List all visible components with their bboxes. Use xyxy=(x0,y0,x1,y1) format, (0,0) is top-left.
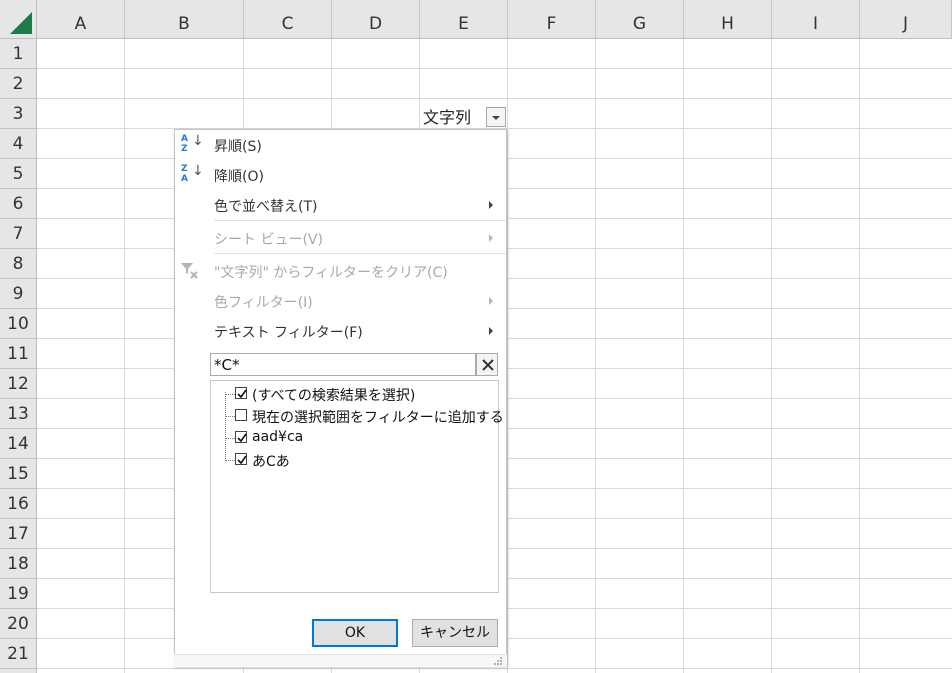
clear-filter-icon xyxy=(181,263,198,279)
row-header[interactable]: 15 xyxy=(0,459,36,489)
column-header-j[interactable]: J xyxy=(860,0,952,39)
list-item-label[interactable]: aad¥ca xyxy=(252,429,303,445)
tree-connector xyxy=(226,394,235,395)
column-header-c[interactable]: C xyxy=(244,0,332,39)
column-header-i[interactable]: I xyxy=(772,0,860,39)
row-header[interactable]: 18 xyxy=(0,549,36,579)
row-header[interactable]: 8 xyxy=(0,249,36,279)
list-item-label[interactable]: (すべての検索結果を選択) xyxy=(252,385,415,405)
menu-item-sheet-view: シート ビュー(V) xyxy=(175,223,506,253)
row-header[interactable]: 2 xyxy=(0,69,36,99)
checkbox-value[interactable] xyxy=(235,453,247,465)
column-header-a[interactable]: A xyxy=(37,0,125,39)
checkmark-icon xyxy=(237,433,247,443)
row-header[interactable]: 9 xyxy=(0,279,36,309)
menu-item-label: 色フィルター(I) xyxy=(214,295,313,311)
ok-button[interactable]: OK xyxy=(312,619,398,647)
gridline xyxy=(37,98,952,99)
filter-dropdown-button[interactable] xyxy=(486,107,506,127)
row-header[interactable]: 12 xyxy=(0,369,36,399)
submenu-arrow-icon xyxy=(489,201,493,209)
filter-search-input[interactable]: *C* xyxy=(210,353,476,376)
tree-connector xyxy=(226,438,235,439)
select-all-triangle-icon xyxy=(10,12,32,34)
menu-separator xyxy=(214,253,506,254)
row-header[interactable]: 1 xyxy=(0,39,36,69)
close-icon xyxy=(482,359,494,371)
row-header[interactable]: 11 xyxy=(0,339,36,369)
menu-item-clear-filter: "文字列" からフィルターをクリア(C) xyxy=(175,256,506,286)
checkbox-add-to-filter[interactable] xyxy=(235,409,247,421)
checkmark-icon xyxy=(237,455,247,465)
menu-item-label: 色で並べ替え(T) xyxy=(214,199,318,215)
column-header-b[interactable]: B xyxy=(125,0,244,39)
tree-connector xyxy=(226,416,235,417)
row-header[interactable]: 3 xyxy=(0,99,36,129)
row-header[interactable]: 17 xyxy=(0,519,36,549)
gridline xyxy=(37,68,952,69)
column-header-g[interactable]: G xyxy=(596,0,684,39)
cancel-button[interactable]: キャンセル xyxy=(412,619,498,647)
submenu-arrow-icon xyxy=(489,297,493,305)
column-header-d[interactable]: D xyxy=(332,0,420,39)
column-header-f[interactable]: F xyxy=(508,0,596,39)
menu-item-label: 昇順(S) xyxy=(214,139,262,155)
menu-item-label: "文字列" からフィルターをクリア(C) xyxy=(214,265,448,281)
menu-item-sort-descending[interactable]: Z A ↓ 降順(O) xyxy=(175,160,506,190)
dropdown-arrow-icon xyxy=(492,116,500,120)
row-header[interactable]: 14 xyxy=(0,429,36,459)
menu-item-label: 降順(O) xyxy=(214,169,264,185)
row-header[interactable]: 10 xyxy=(0,309,36,339)
list-item-label[interactable]: 現在の選択範囲をフィルターに追加する xyxy=(252,407,504,427)
row-header[interactable]: 19 xyxy=(0,579,36,609)
row-header[interactable]: 13 xyxy=(0,399,36,429)
sort-descending-icon: Z A ↓ xyxy=(181,163,204,184)
tree-connector xyxy=(225,392,226,461)
sort-ascending-icon: A Z ↓ xyxy=(181,133,204,154)
row-header[interactable]: 6 xyxy=(0,189,36,219)
menu-item-color-filter: 色フィルター(I) xyxy=(175,286,506,316)
tree-connector xyxy=(226,460,235,461)
row-header[interactable]: 7 xyxy=(0,219,36,249)
row-headers: 1 2 3 4 5 6 7 8 9 10 11 12 13 14 15 16 1… xyxy=(0,39,37,673)
column-header-h[interactable]: H xyxy=(684,0,772,39)
submenu-arrow-icon xyxy=(489,327,493,335)
column-headers: A B C D E F G H I J xyxy=(37,0,952,39)
menu-item-sort-by-color[interactable]: 色で並べ替え(T) xyxy=(175,190,506,220)
row-header[interactable]: 16 xyxy=(0,489,36,519)
menu-separator xyxy=(214,220,506,221)
row-header[interactable]: 4 xyxy=(0,129,36,159)
row-header[interactable]: 20 xyxy=(0,609,36,639)
row-header[interactable]: 21 xyxy=(0,639,36,669)
checkmark-icon xyxy=(237,389,247,399)
menu-item-sort-ascending[interactable]: A Z ↓ 昇順(S) xyxy=(175,130,506,160)
column-header-e[interactable]: E xyxy=(420,0,508,39)
row-header[interactable]: 5 xyxy=(0,159,36,189)
search-clear-button[interactable] xyxy=(476,353,498,376)
menu-item-text-filter[interactable]: テキスト フィルター(F) xyxy=(175,316,506,346)
panel-footer xyxy=(174,654,507,667)
checkbox-value[interactable] xyxy=(235,431,247,443)
list-item-label[interactable]: あCあ xyxy=(252,451,290,471)
select-all-corner[interactable] xyxy=(0,0,37,39)
submenu-arrow-icon xyxy=(489,234,493,242)
menu-item-label: シート ビュー(V) xyxy=(214,232,323,248)
checkbox-select-all[interactable] xyxy=(235,387,247,399)
resize-grip-icon[interactable] xyxy=(492,656,504,666)
gridline xyxy=(37,668,952,669)
menu-item-label: テキスト フィルター(F) xyxy=(214,325,363,341)
